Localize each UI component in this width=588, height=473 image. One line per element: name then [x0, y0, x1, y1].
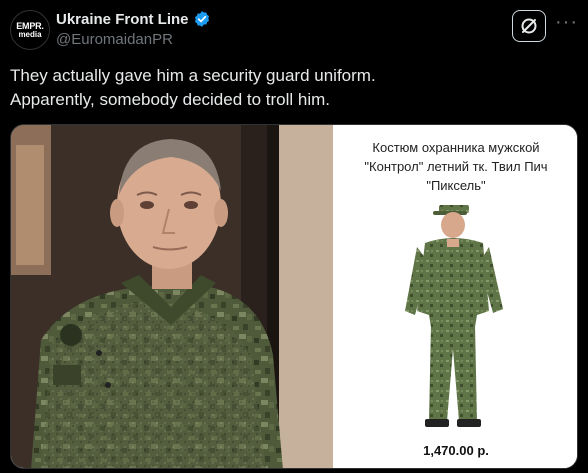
- photo-man-in-camo-jacket: [11, 125, 333, 468]
- verified-badge-icon: [194, 11, 209, 27]
- product-price: 1,470.00 р.: [423, 443, 489, 458]
- more-horizontal-icon[interactable]: ···: [555, 12, 578, 32]
- avatar-logo-line2: media: [18, 29, 42, 39]
- uniform-figure-image: [405, 205, 503, 427]
- product-title-line: "Пиксель": [426, 178, 486, 193]
- grok-button[interactable]: [512, 10, 546, 42]
- tweet-text-line: They actually gave him a security guard …: [10, 66, 376, 85]
- slashed-circle-icon: [521, 18, 537, 34]
- product-title: Костюм охранника мужской "Контрол" летни…: [333, 138, 577, 195]
- author-name-row: Ukraine Front Line: [56, 10, 211, 28]
- tweet-text: They actually gave him a security guard …: [10, 64, 570, 112]
- tweet-text-line: Apparently, somebody decided to troll hi…: [10, 90, 331, 109]
- author-avatar[interactable]: EMPR. media: [10, 10, 50, 50]
- author-handle[interactable]: @EuromaidanPR: [56, 31, 173, 48]
- product-title-line: "Контрол" летний тк. Твил Пич: [364, 159, 548, 174]
- product-title-line: Костюм охранника мужской: [372, 140, 540, 155]
- product-listing: Костюм охранника мужской "Контрол" летни…: [333, 125, 577, 468]
- author-display-name[interactable]: Ukraine Front Line: [56, 11, 189, 28]
- tweet-media[interactable]: Костюм охранника мужской "Контрол" летни…: [10, 124, 578, 469]
